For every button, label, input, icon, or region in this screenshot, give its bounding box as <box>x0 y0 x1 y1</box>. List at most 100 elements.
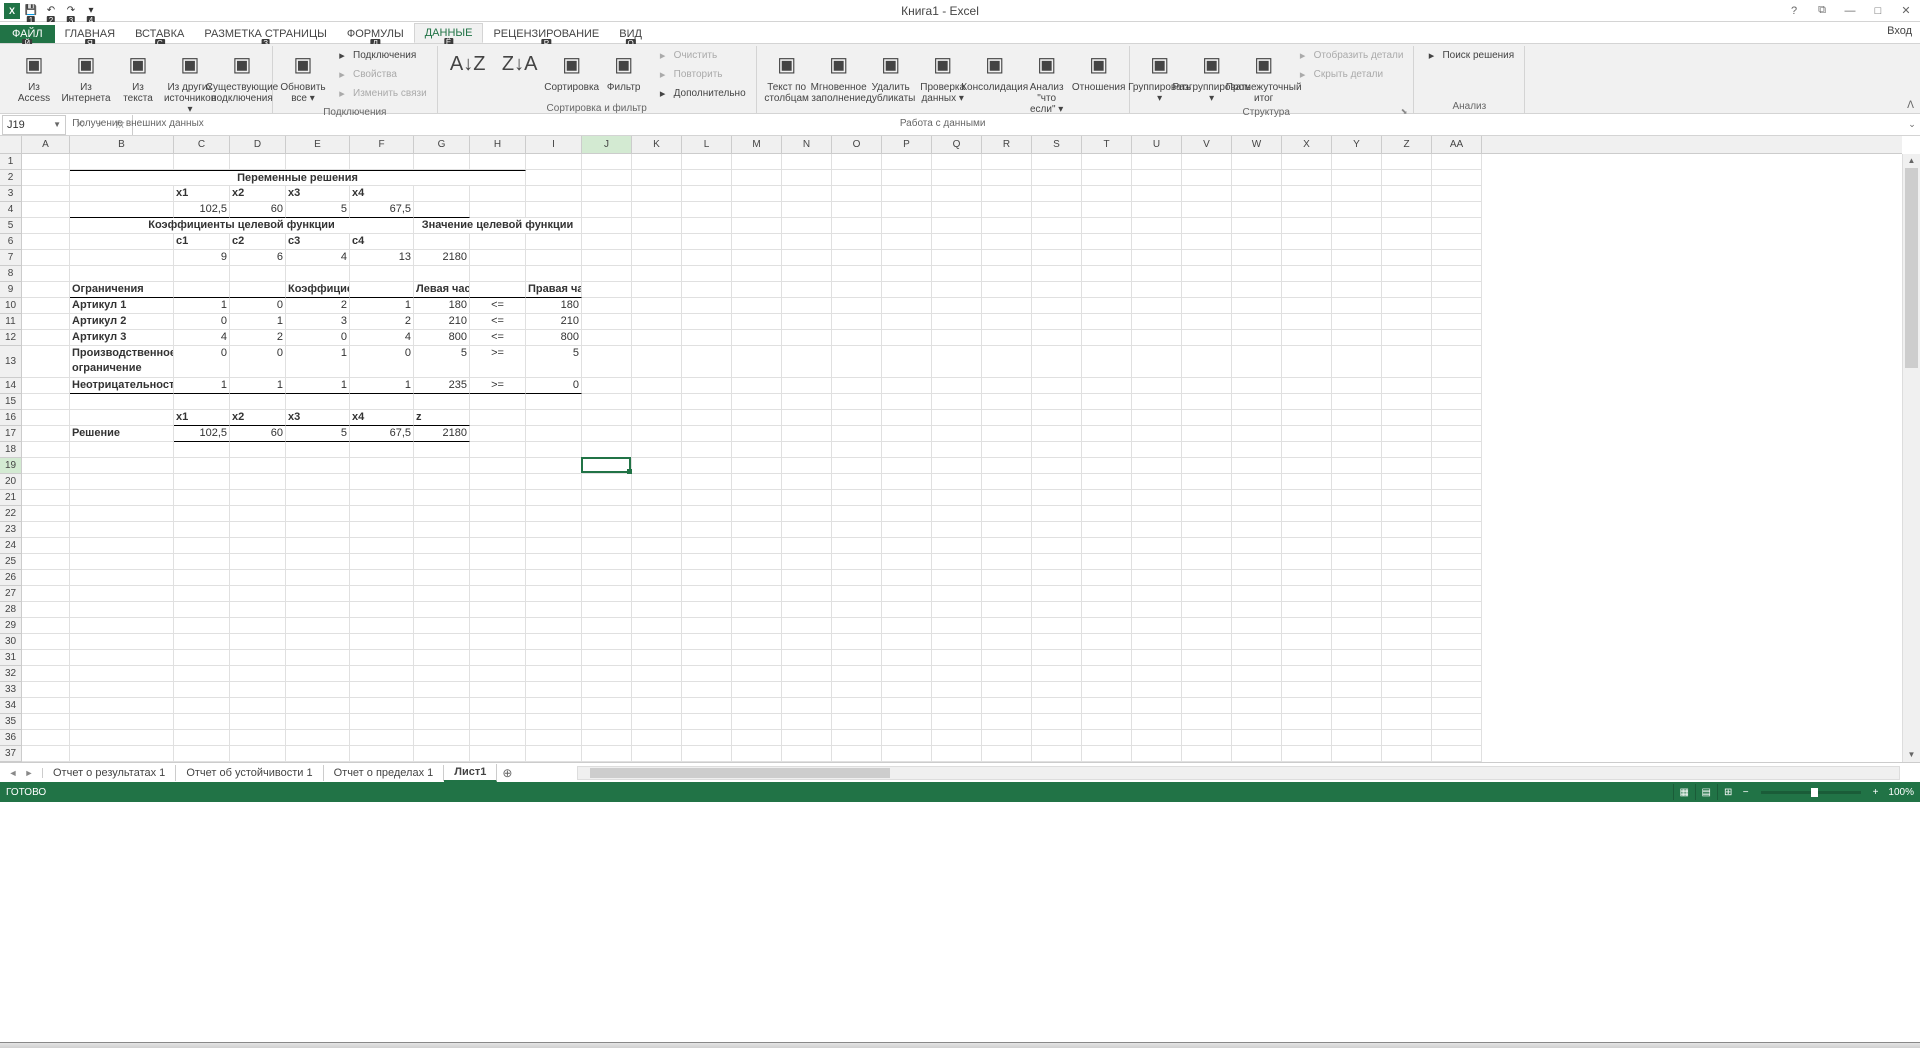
cell-J36[interactable] <box>582 730 632 746</box>
cell-I16[interactable] <box>526 410 582 426</box>
cell-V37[interactable] <box>1182 746 1232 762</box>
cell-A17[interactable] <box>22 426 70 442</box>
row-header-3[interactable]: 3 <box>0 186 21 202</box>
cell-I8[interactable] <box>526 266 582 282</box>
cell-J34[interactable] <box>582 698 632 714</box>
cell-U7[interactable] <box>1132 250 1182 266</box>
zoom-out-icon[interactable]: − <box>1739 787 1753 798</box>
subtotal[interactable]: ▣Промежуточный итог <box>1240 46 1288 106</box>
cell-E37[interactable] <box>286 746 350 762</box>
cell-J8[interactable] <box>582 266 632 282</box>
cell-S22[interactable] <box>1032 506 1082 522</box>
cell-C4[interactable]: 102,5 <box>174 202 230 218</box>
cell-H7[interactable] <box>470 250 526 266</box>
cell-F8[interactable] <box>350 266 414 282</box>
cell-R19[interactable] <box>982 458 1032 474</box>
cell-Y36[interactable] <box>1332 730 1382 746</box>
cell-AA11[interactable] <box>1432 314 1482 330</box>
cell-L16[interactable] <box>682 410 732 426</box>
cell-G19[interactable] <box>414 458 470 474</box>
cell-J17[interactable] <box>582 426 632 442</box>
cell-G21[interactable] <box>414 490 470 506</box>
cell-H27[interactable] <box>470 586 526 602</box>
vertical-scrollbar[interactable]: ▲ ▼ <box>1902 154 1920 762</box>
cell-B7[interactable] <box>70 250 174 266</box>
cell-G28[interactable] <box>414 602 470 618</box>
remove-dup[interactable]: ▣Удалить дубликаты <box>867 46 915 106</box>
cell-Y23[interactable] <box>1332 522 1382 538</box>
cell-F4[interactable]: 67,5 <box>350 202 414 218</box>
cell-Z25[interactable] <box>1382 554 1432 570</box>
cell-P6[interactable] <box>882 234 932 250</box>
cell-T31[interactable] <box>1082 650 1132 666</box>
cell-J13[interactable] <box>582 346 632 378</box>
file-tab[interactable]: ФАЙЛЙ <box>0 25 55 43</box>
ribbon-tab-данные[interactable]: ДАННЫЕЁ <box>414 23 484 43</box>
cell-D1[interactable] <box>230 154 286 170</box>
cell-C26[interactable] <box>174 570 230 586</box>
cell-K1[interactable] <box>632 154 682 170</box>
cell-Q4[interactable] <box>932 202 982 218</box>
row-header-16[interactable]: 16 <box>0 410 21 426</box>
cell-O9[interactable] <box>832 282 882 298</box>
cell-J1[interactable] <box>582 154 632 170</box>
cell-E19[interactable] <box>286 458 350 474</box>
cell-V35[interactable] <box>1182 714 1232 730</box>
row-header-13[interactable]: 13 <box>0 346 21 378</box>
cell-G5[interactable]: Значение целевой функции <box>414 218 582 234</box>
cell-R29[interactable] <box>982 618 1032 634</box>
cell-O36[interactable] <box>832 730 882 746</box>
cell-H17[interactable] <box>470 426 526 442</box>
cell-W25[interactable] <box>1232 554 1282 570</box>
cell-Z2[interactable] <box>1382 170 1432 186</box>
cell-F27[interactable] <box>350 586 414 602</box>
cell-L33[interactable] <box>682 682 732 698</box>
cell-H22[interactable] <box>470 506 526 522</box>
cell-K22[interactable] <box>632 506 682 522</box>
cell-O34[interactable] <box>832 698 882 714</box>
cell-M16[interactable] <box>732 410 782 426</box>
cell-T8[interactable] <box>1082 266 1132 282</box>
ribbon-tab-вид[interactable]: ВИДО <box>609 25 652 43</box>
cell-O10[interactable] <box>832 298 882 314</box>
cell-K29[interactable] <box>632 618 682 634</box>
cell-H25[interactable] <box>470 554 526 570</box>
cell-Y17[interactable] <box>1332 426 1382 442</box>
cell-Z4[interactable] <box>1382 202 1432 218</box>
cell-Q14[interactable] <box>932 378 982 394</box>
cell-V32[interactable] <box>1182 666 1232 682</box>
cell-T1[interactable] <box>1082 154 1132 170</box>
cell-Q6[interactable] <box>932 234 982 250</box>
cell-C18[interactable] <box>174 442 230 458</box>
cell-F32[interactable] <box>350 666 414 682</box>
cell-A34[interactable] <box>22 698 70 714</box>
cell-M2[interactable] <box>732 170 782 186</box>
cell-G36[interactable] <box>414 730 470 746</box>
ribbon-tab-разметка страницы[interactable]: РАЗМЕТКА СТРАНИЦЫЗ <box>194 25 336 43</box>
cell-J14[interactable] <box>582 378 632 394</box>
ribbon-options-icon[interactable]: ⧉ <box>1808 1 1836 21</box>
sheet-nav-next-icon[interactable]: ► <box>22 768 36 778</box>
cell-R22[interactable] <box>982 506 1032 522</box>
advanced[interactable]: ▸Дополнительно <box>652 84 750 102</box>
cell-I12[interactable]: 800 <box>526 330 582 346</box>
cell-AA26[interactable] <box>1432 570 1482 586</box>
cell-P33[interactable] <box>882 682 932 698</box>
cell-G30[interactable] <box>414 634 470 650</box>
cell-O16[interactable] <box>832 410 882 426</box>
cell-Q12[interactable] <box>932 330 982 346</box>
cell-M23[interactable] <box>732 522 782 538</box>
cell-X22[interactable] <box>1282 506 1332 522</box>
cell-W8[interactable] <box>1232 266 1282 282</box>
cell-N21[interactable] <box>782 490 832 506</box>
cell-N11[interactable] <box>782 314 832 330</box>
row-header-33[interactable]: 33 <box>0 682 21 698</box>
cell-B4[interactable] <box>70 202 174 218</box>
cell-Y7[interactable] <box>1332 250 1382 266</box>
normal-view-icon[interactable]: ▦ <box>1673 784 1695 800</box>
cell-D14[interactable]: 1 <box>230 378 286 394</box>
cell-Q15[interactable] <box>932 394 982 410</box>
cell-W20[interactable] <box>1232 474 1282 490</box>
row-header-26[interactable]: 26 <box>0 570 21 586</box>
cell-S32[interactable] <box>1032 666 1082 682</box>
